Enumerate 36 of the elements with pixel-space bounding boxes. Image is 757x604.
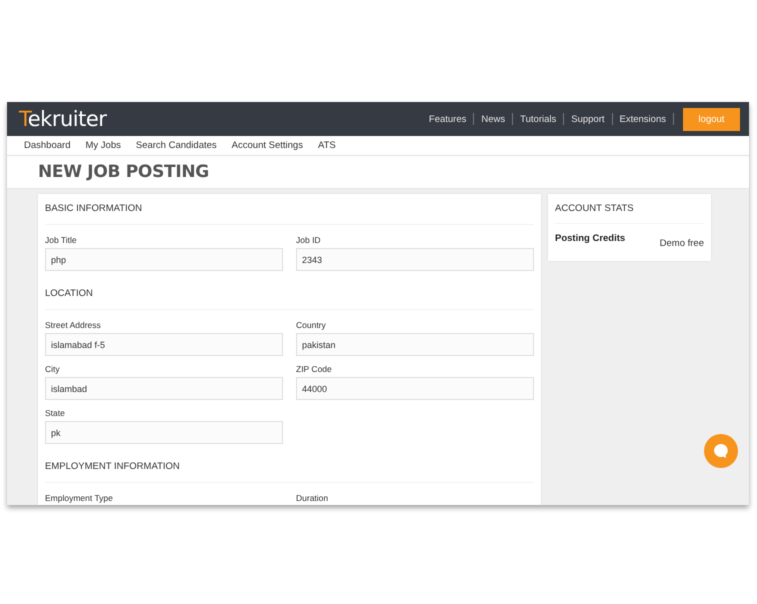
header-link[interactable]: News bbox=[474, 114, 512, 124]
field-label: Job Title bbox=[45, 235, 78, 245]
input-field[interactable]: islamabad f-5 bbox=[45, 333, 283, 356]
header-link[interactable]: Tutorials bbox=[513, 114, 564, 124]
stat-value: Demo free bbox=[660, 238, 704, 249]
section-heading: EMPLOYMENT INFORMATION bbox=[45, 460, 534, 483]
page-title: NEW JOB POSTING bbox=[38, 162, 209, 182]
header-link[interactable]: Support bbox=[564, 114, 612, 124]
field-label: Job ID bbox=[296, 235, 322, 245]
chat-button[interactable] bbox=[704, 434, 738, 468]
input-field[interactable]: 44000 bbox=[296, 377, 534, 400]
section-heading: LOCATION bbox=[45, 287, 534, 310]
field-label: Employment Type bbox=[45, 493, 114, 503]
input-field[interactable]: php bbox=[45, 248, 283, 271]
logo-text[interactable]: Tekruiter bbox=[19, 107, 106, 131]
chat-bubble-icon bbox=[713, 443, 729, 459]
field-label: City bbox=[45, 364, 61, 374]
stat-label: Posting Credits bbox=[555, 233, 626, 246]
input-field[interactable]: 2343 bbox=[296, 248, 534, 271]
nav-link[interactable]: Account Settings bbox=[232, 140, 303, 151]
field-label: State bbox=[45, 408, 66, 418]
nav-link[interactable]: ATS bbox=[318, 140, 336, 151]
field-label: Country bbox=[296, 320, 327, 330]
header-link[interactable]: Extensions bbox=[612, 114, 673, 124]
header-link[interactable]: Features bbox=[422, 114, 474, 124]
input-field[interactable]: islambad bbox=[45, 377, 283, 400]
nav-link[interactable]: Dashboard bbox=[24, 140, 70, 151]
section-heading: BASIC INFORMATION bbox=[45, 202, 534, 225]
field-label: Street Address bbox=[45, 320, 102, 330]
input-field[interactable]: pk bbox=[45, 421, 283, 444]
field-label: ZIP Code bbox=[296, 364, 333, 374]
nav-link[interactable]: My Jobs bbox=[85, 140, 121, 151]
input-field[interactable]: pakistan bbox=[296, 333, 534, 356]
nav-link[interactable]: Search Candidates bbox=[136, 140, 217, 151]
field-label: Duration bbox=[296, 493, 330, 503]
card-heading: ACCOUNT STATS bbox=[555, 203, 704, 224]
